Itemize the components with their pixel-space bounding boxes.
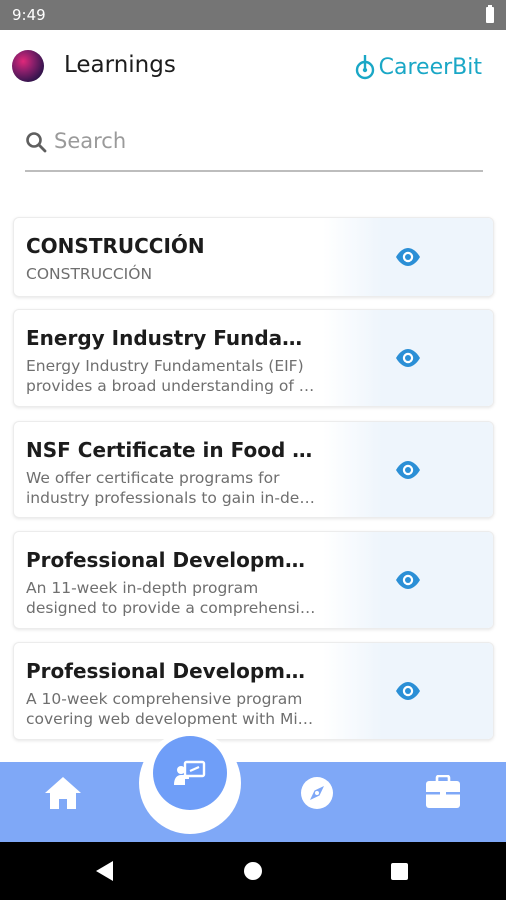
back-icon[interactable] xyxy=(96,861,113,881)
course-description: A 10-week comprehensive program covering… xyxy=(26,689,318,729)
list-item[interactable]: Professional Development Program An 11-w… xyxy=(13,531,494,629)
list-item[interactable]: Professional Development Program A 10-we… xyxy=(13,642,494,740)
course-description: An 11-week in-depth program designed to … xyxy=(26,578,318,618)
list-item[interactable]: NSF Certificate in Food Safety We offer … xyxy=(13,421,494,518)
course-description: Energy Industry Fundamentals (EIF) provi… xyxy=(26,356,318,396)
avatar[interactable] xyxy=(12,50,44,82)
course-description-line: An 11-week in-depth program xyxy=(26,579,259,597)
view-button[interactable] xyxy=(323,310,493,406)
search-field[interactable]: Search xyxy=(25,118,483,172)
search-input[interactable]: Search xyxy=(54,129,126,153)
brand-name: CareerBit xyxy=(378,54,482,80)
course-description-line: covering web development with Microsoft xyxy=(26,710,318,728)
home-circle-icon[interactable] xyxy=(244,862,262,880)
course-description-line: A 10-week comprehensive program xyxy=(26,690,303,708)
view-button[interactable] xyxy=(323,422,493,517)
list-item[interactable]: Energy Industry Fundamentals Energy Indu… xyxy=(13,309,494,407)
course-description-line: We offer certificate programs for xyxy=(26,469,280,487)
view-button[interactable] xyxy=(323,532,493,628)
course-description-line: industry professionals to gain in-depth xyxy=(26,489,318,507)
course-description-line: Energy Industry Fundamentals (EIF) xyxy=(26,357,304,375)
course-description: CONSTRUCCIÓN xyxy=(26,264,318,284)
briefcase-icon xyxy=(426,774,460,808)
compass-icon xyxy=(301,777,333,809)
nav-home-button[interactable] xyxy=(43,775,83,811)
eye-icon xyxy=(396,682,420,700)
list-item[interactable]: CONSTRUCCIÓN CONSTRUCCIÓN xyxy=(13,217,494,297)
eye-icon xyxy=(396,571,420,589)
status-bar: 9:49 xyxy=(0,0,506,30)
search-icon xyxy=(26,132,47,153)
course-title: Energy Industry Fundamentals xyxy=(26,326,318,350)
view-button[interactable] xyxy=(323,218,493,296)
course-title: Professional Development Program xyxy=(26,548,318,572)
nav-learnings-button[interactable] xyxy=(153,736,227,810)
recents-icon[interactable] xyxy=(391,863,408,880)
eye-icon xyxy=(396,349,420,367)
eye-icon xyxy=(396,460,420,479)
system-navigation-bar xyxy=(0,842,506,900)
nav-jobs-button[interactable] xyxy=(423,774,463,811)
course-title: Professional Development Program xyxy=(26,659,318,683)
course-title: NSF Certificate in Food Safety xyxy=(26,438,318,462)
battery-icon xyxy=(486,5,494,23)
learning-icon xyxy=(174,760,206,785)
brand-logo: CareerBit xyxy=(355,50,482,84)
course-description: We offer certificate programs for indust… xyxy=(26,468,318,508)
view-button[interactable] xyxy=(323,643,493,739)
course-description-line: CONSTRUCCIÓN xyxy=(26,265,153,283)
home-icon xyxy=(45,777,81,809)
app-bar: Learnings CareerBit xyxy=(0,30,506,102)
course-title: CONSTRUCCIÓN xyxy=(26,234,205,258)
page-title: Learnings xyxy=(64,52,176,78)
course-description-line: provides a broad understanding of the xyxy=(26,377,318,395)
nav-explore-button[interactable] xyxy=(297,775,337,811)
eye-icon xyxy=(396,248,420,266)
course-description-line: designed to provide a comprehensive xyxy=(26,599,318,617)
careerbit-logo-icon xyxy=(355,55,374,80)
status-time: 9:49 xyxy=(12,6,46,24)
